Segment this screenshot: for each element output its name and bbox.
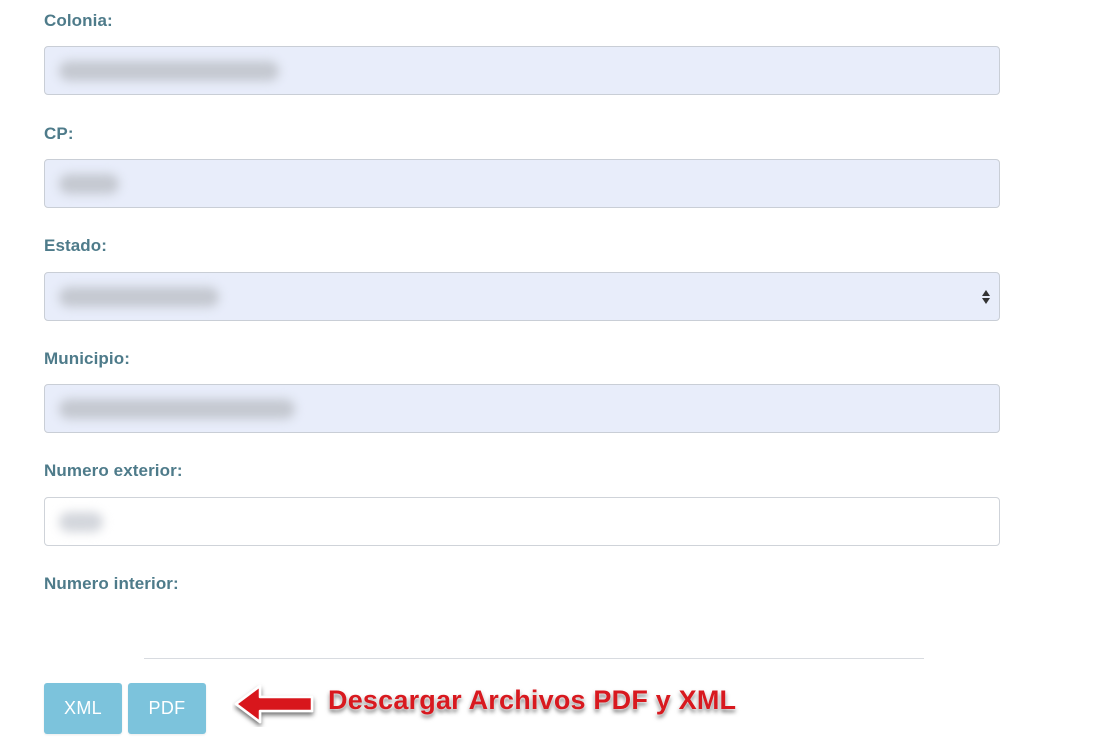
municipio-label: Municipio: (44, 349, 130, 368)
annotation-text: Descargar Archivos PDF y XML (327, 684, 737, 716)
download-annotation: Descargar Archivos PDF y XML (232, 675, 792, 735)
municipio-input[interactable] (44, 384, 1000, 433)
numero-interior-input[interactable] (144, 610, 924, 659)
cp-label: CP: (44, 124, 74, 143)
estado-label: Estado: (44, 236, 108, 255)
arrow-left-icon (234, 684, 314, 724)
colonia-redacted-value (59, 61, 279, 81)
colonia-label: Colonia: (44, 11, 113, 30)
colonia-input[interactable] (44, 46, 1000, 95)
municipio-redacted-value (59, 399, 295, 419)
cp-input[interactable] (44, 159, 1000, 208)
download-xml-button[interactable]: XML (44, 683, 122, 734)
estado-select[interactable] (44, 272, 1000, 321)
numero-interior-label: Numero interior: (44, 574, 179, 593)
cp-redacted-value (59, 174, 119, 194)
numero-exterior-label: Numero exterior: (44, 461, 183, 480)
numero-exterior-input[interactable] (44, 497, 1000, 546)
numero-exterior-redacted-value (59, 512, 103, 532)
download-pdf-button[interactable]: PDF (128, 683, 206, 734)
estado-redacted-value (59, 287, 219, 307)
select-arrows-icon (982, 290, 990, 304)
